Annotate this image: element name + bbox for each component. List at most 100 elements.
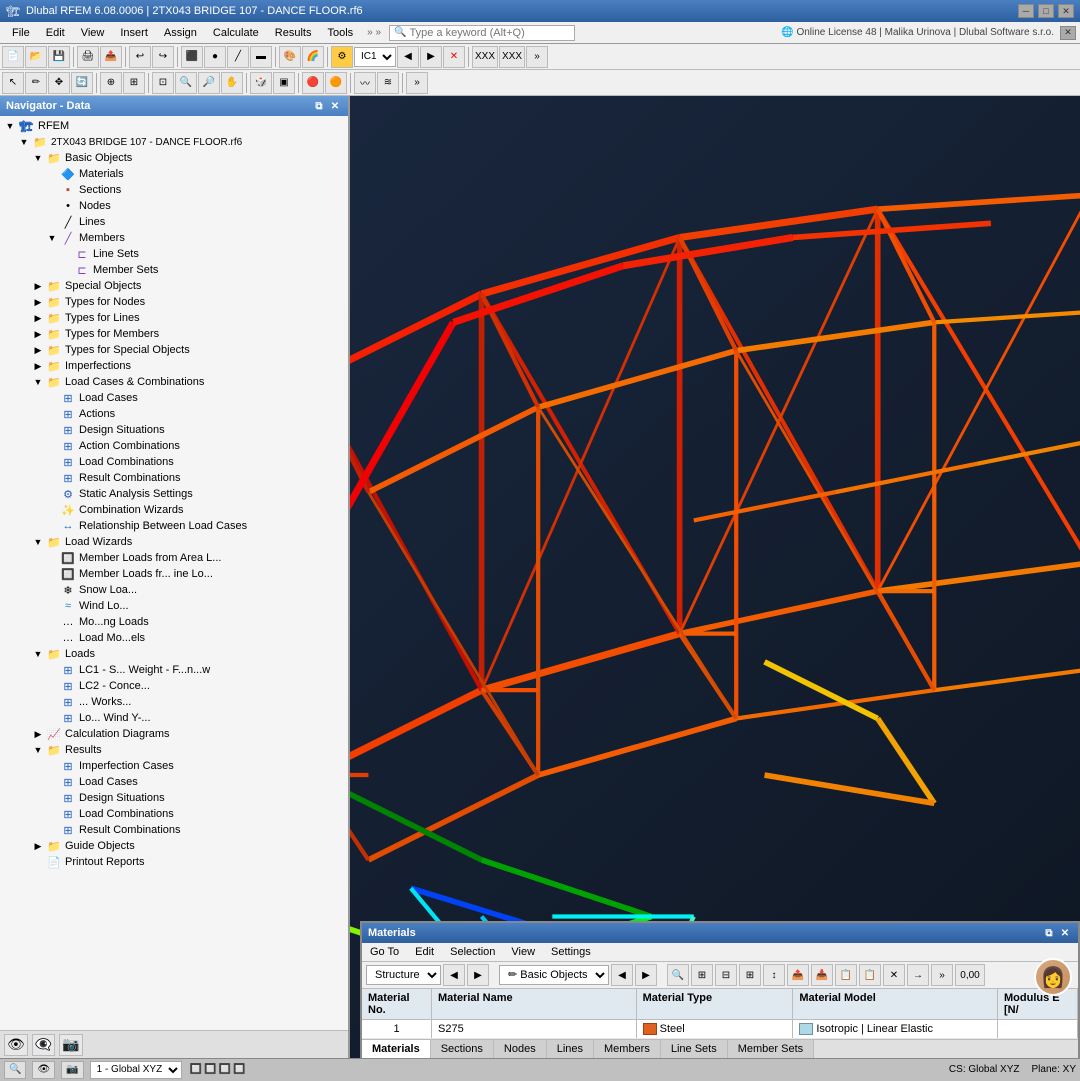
tree-rfem-root[interactable]: ▼ 🏗 RFEM [0,118,348,134]
tb-render[interactable]: 🎨 [279,46,301,68]
search-input[interactable] [410,27,570,39]
tree-actions[interactable]: ⊞ Actions [0,406,348,422]
mat-filter[interactable]: ⊞ [691,964,713,986]
tb-save[interactable]: 💾 [48,46,70,68]
mat-delete[interactable]: ✕ [883,964,905,986]
tree-load-cases-combinations[interactable]: ▼ 📁 Load Cases & Combinations [0,374,348,390]
tb-next[interactable]: ▶ [420,46,442,68]
tb-xxx1[interactable]: XXX [472,46,498,68]
3d-view[interactable]: Materials ⧉ ✕ Go To Edit Selection View … [350,96,1080,1058]
materials-restore[interactable]: ⧉ [1042,926,1056,940]
tree-types-lines[interactable]: ▶ 📁 Types for Lines [0,310,348,326]
tb2-rotate[interactable]: 🔄 [71,72,93,94]
tab-members[interactable]: Members [594,1040,661,1058]
tb2-move[interactable]: ✥ [48,72,70,94]
minimize-button[interactable]: ─ [1018,4,1034,18]
nav-btn-1[interactable]: 👁 [4,1034,28,1056]
tb2-pan[interactable]: ✋ [221,72,243,94]
tree-results-load-combo[interactable]: ⊞ Load Combinations [0,806,348,822]
tree-load-models[interactable]: … Load Mo...els [0,630,348,646]
menu-view[interactable]: View [73,25,113,41]
mat-copy[interactable]: 📋 [835,964,857,986]
tree-types-special[interactable]: ▶ 📁 Types for Special Objects [0,342,348,358]
tab-sections[interactable]: Sections [431,1040,494,1058]
tb-select[interactable]: ⬛ [181,46,203,68]
tree-member-sets[interactable]: ⊏ Member Sets [0,262,348,278]
tb2-zoom-in[interactable]: 🔍 [175,72,197,94]
viewport[interactable]: Materials ⧉ ✕ Go To Edit Selection View … [350,96,1080,1058]
mat-paste[interactable]: 📋 [859,964,881,986]
mat-more[interactable]: » [931,964,953,986]
menu-calculate[interactable]: Calculate [205,25,267,41]
tree-design-situations[interactable]: ⊞ Design Situations [0,422,348,438]
mat-row-btn[interactable]: ⊞ [739,964,761,986]
tree-types-members[interactable]: ▶ 📁 Types for Members [0,326,348,342]
tree-imperfection-cases[interactable]: ⊞ Imperfection Cases [0,758,348,774]
nav-btn-3[interactable]: 📷 [59,1034,82,1056]
tree-calc-diagrams[interactable]: ▶ 📈 Calculation Diagrams [0,726,348,742]
search-box[interactable]: 🔍 [389,25,574,41]
tb2-stress[interactable]: ≋ [377,72,399,94]
tab-materials[interactable]: Materials [362,1040,431,1058]
nav-close[interactable]: ✕ [328,99,342,113]
tree-member-loads-area[interactable]: 🔲 Member Loads from Area L... [0,550,348,566]
tree-member-loads-line[interactable]: 🔲 Member Loads fr... ine Lo... [0,566,348,582]
tree-wind-loads[interactable]: ≈ Wind Lo... [0,598,348,614]
status-btn-cam[interactable]: 📷 [61,1061,83,1079]
tree-lc1[interactable]: ⊞ LC1 - S... Weight - F...n...w [0,662,348,678]
tree-load-wind[interactable]: ⊞ Lo... Wind Y-... [0,710,348,726]
mat-export[interactable]: 📤 [787,964,809,986]
mat-menu-settings[interactable]: Settings [547,945,595,959]
tab-lines[interactable]: Lines [547,1040,594,1058]
tree-worksp[interactable]: ⊞ ... Works... [0,694,348,710]
materials-row-1[interactable]: 1 S275 Steel Isotropic | Linear Elastic [362,1020,1078,1039]
mat-menu-goto[interactable]: Go To [366,945,403,959]
materials-close[interactable]: ✕ [1058,926,1072,940]
tb-more[interactable]: » [526,46,548,68]
tree-members[interactable]: ▼ ╱ Members [0,230,348,246]
tb-color[interactable]: 🌈 [302,46,324,68]
tb-undo[interactable]: ↩ [129,46,151,68]
tb-export[interactable]: 📤 [100,46,122,68]
menu-results[interactable]: Results [267,25,320,41]
tab-nodes[interactable]: Nodes [494,1040,547,1058]
view-icons[interactable]: 🔲🔲🔲🔲 [188,1059,248,1081]
tree-special-objects[interactable]: ▶ 📁 Special Objects [0,278,348,294]
mat-menu-view[interactable]: View [507,945,539,959]
tree-combination-wizards[interactable]: ✨ Combination Wizards [0,502,348,518]
view-combo[interactable]: 1 - Global XYZ [90,1061,182,1079]
tb2-3d[interactable]: 🎲 [250,72,272,94]
tree-lines[interactable]: ╱ Lines [0,214,348,230]
menu-file[interactable]: File [4,25,38,41]
mat-menu-edit[interactable]: Edit [411,945,438,959]
tb-line[interactable]: ╱ [227,46,249,68]
nav-restore[interactable]: ⧉ [312,99,326,113]
menu-tools[interactable]: Tools [319,25,361,41]
menu-insert[interactable]: Insert [112,25,156,41]
tb2-color1[interactable]: 🔴 [302,72,324,94]
tb2-deform[interactable]: 〰 [354,72,376,94]
nav-btn-2[interactable]: 👁‍🗨 [32,1034,55,1056]
tree-materials[interactable]: 🔷 Materials [0,166,348,182]
tab-line-sets[interactable]: Line Sets [661,1040,728,1058]
structure-combo[interactable]: Structure [366,965,441,985]
tb2-zoom-out[interactable]: 🔎 [198,72,220,94]
tree-result-combinations[interactable]: ⊞ Result Combinations [0,470,348,486]
tree-relationship[interactable]: ↔ Relationship Between Load Cases [0,518,348,534]
tb2-color2[interactable]: 🟠 [325,72,347,94]
tb2-grid[interactable]: ⊞ [123,72,145,94]
basic-objects-combo[interactable]: ✏ Basic Objects [499,965,609,985]
mat-combo-prev[interactable]: ◀ [611,964,633,986]
mat-menu-selection[interactable]: Selection [446,945,499,959]
mat-zero[interactable]: 0,00 [955,964,985,986]
tree-project[interactable]: ▼ 📁 2TX043 BRIDGE 107 - DANCE FLOOR.rf6 [0,134,348,150]
tb-print[interactable]: 🖨 [77,46,99,68]
tb-lc-combo[interactable]: IC1 [354,47,396,67]
tree-action-combinations[interactable]: ⊞ Action Combinations [0,438,348,454]
tree-load-cases[interactable]: ⊞ Load Cases [0,390,348,406]
tb-calculate[interactable]: ⚙ [331,46,353,68]
menu-assign[interactable]: Assign [156,25,205,41]
tb-stop[interactable]: ✕ [443,46,465,68]
mat-import[interactable]: 📥 [811,964,833,986]
mat-arrow[interactable]: → [907,964,929,986]
